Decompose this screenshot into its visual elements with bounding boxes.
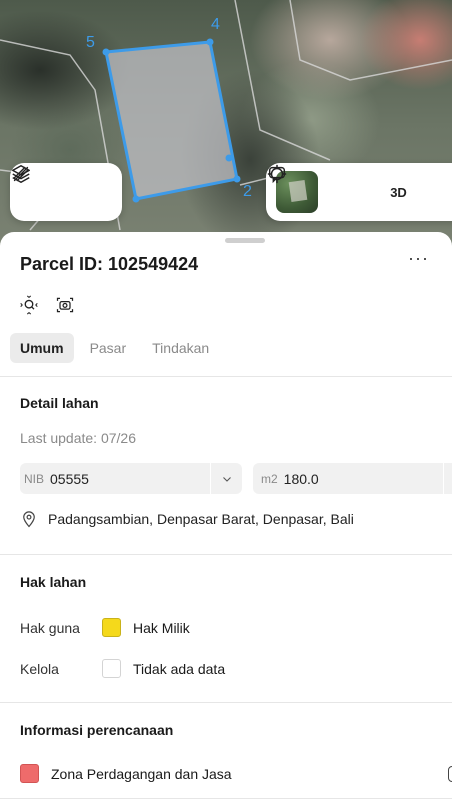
rights-row-hak-guna: Hak guna Hak Milik bbox=[20, 618, 190, 637]
planning-section-title: Informasi perencanaan bbox=[20, 722, 174, 738]
chat-button[interactable] bbox=[268, 166, 452, 215]
parcel-title: Parcel ID: 102549424 bbox=[20, 254, 199, 274]
zoom-to-parcel-icon bbox=[20, 295, 38, 315]
ruler-icon bbox=[13, 166, 29, 182]
zone-swatch bbox=[20, 764, 39, 783]
area-prefix: m2 bbox=[261, 471, 278, 486]
address-text: Padangsambian, Denpasar Barat, Denpasar,… bbox=[48, 511, 354, 527]
divider bbox=[0, 554, 452, 555]
address-row: Padangsambian, Denpasar Barat, Denpasar,… bbox=[20, 510, 354, 528]
nib-value: 05555 bbox=[50, 470, 89, 487]
map-tools-right: 3D bbox=[266, 163, 452, 221]
map-tools-left bbox=[10, 163, 122, 221]
tab-pasar[interactable]: Pasar bbox=[80, 333, 137, 363]
tab-umum[interactable]: Umum bbox=[10, 333, 74, 363]
chat-icon bbox=[268, 166, 286, 184]
tab-tindakan[interactable]: Tindakan bbox=[142, 333, 219, 363]
zone-label: Zona Perdagangan dan Jasa bbox=[51, 765, 232, 782]
3d-label: 3D bbox=[390, 184, 407, 200]
divider bbox=[0, 376, 452, 377]
tab-bar: Umum Pasar Tindakan bbox=[10, 333, 219, 363]
nib-dropdown-button[interactable] bbox=[210, 463, 242, 494]
parcel-detail-sheet: Parcel ID: 102549424 ··· Umum Pasar Tind… bbox=[0, 232, 452, 804]
rights-label: Kelola bbox=[20, 660, 59, 677]
zoom-to-parcel-button[interactable] bbox=[18, 294, 40, 316]
more-options-button[interactable]: ··· bbox=[408, 248, 429, 269]
parcel-polygon bbox=[104, 40, 239, 201]
zone-row[interactable]: Zona Perdagangan dan Jasa bbox=[20, 764, 232, 783]
rights-value: Tidak ada data bbox=[133, 660, 226, 677]
vertex-2 bbox=[233, 175, 241, 183]
status-swatch bbox=[102, 618, 121, 637]
nib-prefix: NIB bbox=[24, 471, 45, 486]
area-value: 180.0 bbox=[283, 470, 319, 487]
divider bbox=[0, 798, 452, 799]
chevron-down-icon bbox=[222, 476, 231, 482]
area-field[interactable]: m2 180.0 bbox=[253, 463, 452, 494]
area-field-separator bbox=[443, 463, 444, 494]
nib-field[interactable]: NIB 05555 bbox=[20, 463, 242, 494]
vertex-3 bbox=[225, 154, 233, 162]
parcel-tools bbox=[18, 294, 76, 316]
camera-icon bbox=[56, 297, 74, 313]
location-pin-icon bbox=[23, 511, 35, 528]
camera-button[interactable] bbox=[54, 294, 76, 316]
detail-section-title: Detail lahan bbox=[20, 395, 99, 411]
rights-section-title: Hak lahan bbox=[20, 574, 87, 590]
vertex-label-5: 5 bbox=[86, 34, 95, 51]
sheet-drag-handle[interactable] bbox=[225, 238, 265, 243]
status-swatch bbox=[102, 659, 121, 678]
divider bbox=[0, 702, 452, 703]
expand-indicator bbox=[448, 766, 452, 782]
vertex-1 bbox=[132, 195, 140, 203]
3d-toggle[interactable]: 3D bbox=[376, 169, 421, 215]
rights-row-kelola: Kelola Tidak ada data bbox=[20, 659, 225, 678]
vertex-label-2: 2 bbox=[243, 183, 252, 200]
rights-value: Hak Milik bbox=[133, 619, 190, 636]
satellite-map[interactable]: 5 4 2 3D bbox=[0, 0, 452, 250]
rights-label: Hak guna bbox=[20, 619, 80, 636]
vertex-label-4: 4 bbox=[211, 16, 220, 33]
measure-button[interactable] bbox=[13, 166, 113, 215]
vertex-5 bbox=[102, 48, 110, 56]
locate-button[interactable] bbox=[267, 164, 376, 215]
vertex-4 bbox=[206, 38, 214, 46]
last-update-text: Last update: 07/26 bbox=[20, 430, 136, 446]
